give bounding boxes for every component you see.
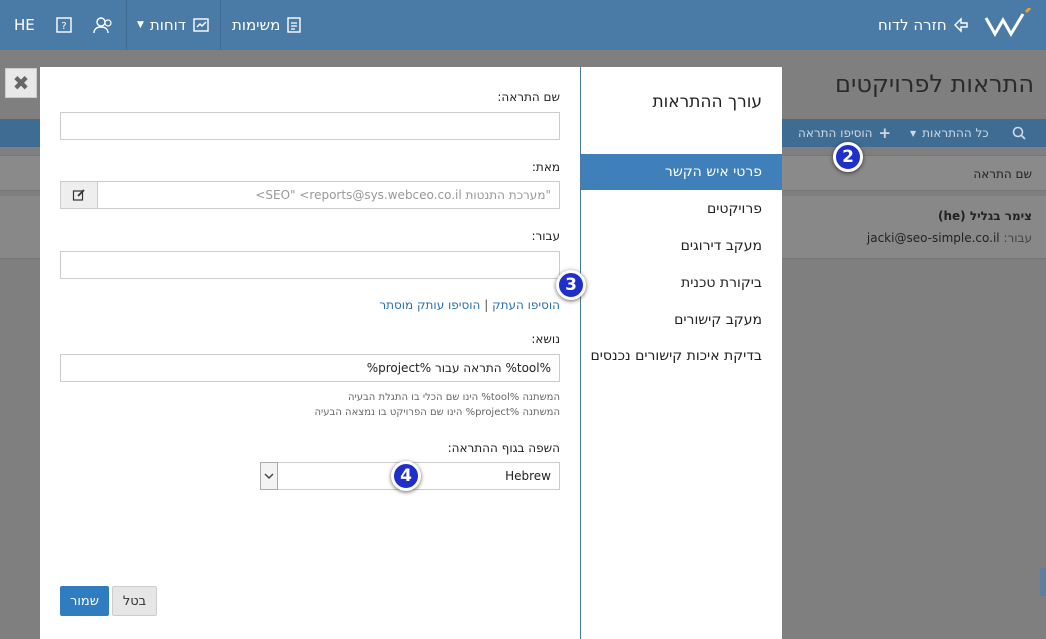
cancel-label: בטל [122,593,147,609]
sidebar-item-inbound-link-quality[interactable]: בדיקת איכות קישורים נכנסים [581,338,782,374]
sidebar-item-label: פרטי איש הקשר [664,164,762,180]
editor-sidebar: עורך ההתראות פרטי איש הקשר פרויקטים מעקב… [580,67,782,639]
row-lang: (he) [937,209,966,223]
search-icon[interactable] [1012,119,1026,147]
to-label: עבור: [531,229,560,243]
step-badge-2: 2 [833,142,863,172]
sidebar-item-rank-tracking[interactable]: מעקב דירוגים [581,228,782,264]
save-button[interactable]: שמור [60,586,109,616]
add-bcc-link[interactable]: הוסיפו עותק מוסתר [379,298,480,312]
svg-text:?: ? [61,21,66,32]
help-icon[interactable]: ? [55,0,73,50]
language-switcher[interactable]: HE [14,0,35,50]
row-for-label: עבור: [1003,231,1032,245]
step-badge-number: 2 [842,147,854,167]
edit-sender-button[interactable] [60,181,98,209]
sidebar-title: עורך ההתראות [652,92,762,112]
language-label: HE [14,16,35,34]
back-label: חזרה לדוח [878,16,947,34]
sidebar-item-label: מעקב דירוגים [680,238,762,254]
alert-name-label: שם התראה: [497,90,560,104]
sidebar-item-label: בדיקת איכות קישורים נכנסים [590,348,763,364]
sidebar-item-technical-audit[interactable]: ביקורת טכנית [581,265,782,301]
back-arrow-icon [953,17,968,33]
save-label: שמור [70,593,99,609]
alert-name-input[interactable] [60,112,560,140]
reports-icon [193,18,209,32]
row-name: צימר בגליל [969,209,1032,223]
close-icon: ✖ [12,71,30,95]
sidebar-item-label: פרויקטים [706,201,762,217]
add-cc-link[interactable]: הוסיפו העתק [492,298,560,312]
caret-down-icon: ▼ [910,128,917,138]
tasks-icon [287,17,302,33]
back-to-report-link[interactable]: חזרה לדוח [878,0,971,50]
hint-tool-variable: המשתנה %tool% הינו שם הכלי בו התגלת הבעי… [347,392,560,403]
tasks-label: משימות [232,16,281,34]
alert-editor-modal: עורך ההתראות פרטי איש הקשר פרויקטים מעקב… [40,67,782,639]
subject-input[interactable]: %tool% התראה עבור %project% [60,354,560,382]
step-badge-4: 4 [391,461,421,491]
page-title: התראות לפרויקטים [835,70,1034,98]
users-icon[interactable] [93,0,113,50]
from-label: מאת: [531,160,560,174]
caret-down-icon: ▼ [137,20,144,30]
all-alerts-dropdown[interactable]: ▼ כל ההתראות [910,119,989,147]
sidebar-item-label: מעקב קישורים [674,312,762,328]
link-separator: | [484,298,489,312]
sidebar-item-label: ביקורת טכנית [681,275,762,291]
from-placeholder: "מערכת התנטות SEO" <reports@sys.webceo.c… [255,188,551,202]
language-value: Hebrew [505,469,551,483]
top-navbar: HE ? ▼ דוחות משימות חזרה לדוח [0,0,1046,50]
subject-label: נושא: [531,332,560,346]
add-alert-label: הוסיפו התראה [798,126,873,140]
pencil-icon [72,189,85,201]
tasks-menu[interactable]: משימות [232,0,302,50]
sidebar-item-link-tracking[interactable]: מעקב קישורים [581,302,782,338]
cc-links: הוסיפו העתק | הוסיפו עותק מוסתר [379,298,560,312]
row-email: jacki@seo-simple.co.il [866,231,1000,245]
scrollbar-thumb[interactable] [1040,568,1046,596]
column-alert-name: שם התראה [973,167,1032,181]
chevron-down-icon [264,473,274,480]
step-badge-number: 4 [400,466,412,486]
language-select-toggle[interactable] [260,462,278,490]
row-title: צימר בגליל (he) [938,209,1032,223]
to-input[interactable] [60,251,560,279]
reports-label: דוחות [149,16,186,34]
cancel-button[interactable]: בטל [112,586,157,616]
plus-icon: + [878,124,892,142]
from-field[interactable]: "מערכת התנטות SEO" <reports@sys.webceo.c… [60,181,560,209]
sidebar-item-contact-details[interactable]: פרטי איש הקשר [581,154,782,190]
close-modal-button[interactable]: ✖ [5,68,37,98]
step-badge-3: 3 [556,270,586,300]
all-alerts-label: כל ההתראות [922,126,989,140]
step-badge-number: 3 [565,275,577,295]
sidebar-item-projects[interactable]: פרויקטים [581,191,782,227]
app-logo[interactable] [984,8,1034,42]
row-recipient: עבור: jacki@seo-simple.co.il [867,231,1032,245]
language-label: השפה בגוף ההתראה: [447,441,560,455]
reports-menu[interactable]: ▼ דוחות [137,0,210,50]
hint-project-variable: המשתנה %project% הינו שם הפרויקט בו נמצא… [314,407,560,418]
